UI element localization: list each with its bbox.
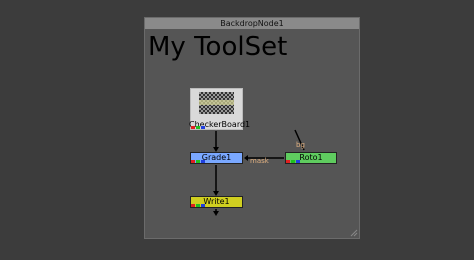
channel-green-indicator xyxy=(291,160,295,163)
channel-blue-indicator xyxy=(201,204,205,207)
roto-node[interactable]: Roto1 xyxy=(285,152,337,164)
edge-label-mask: mask xyxy=(250,157,269,165)
channel-red-indicator xyxy=(286,160,290,163)
write-node[interactable]: Write1 xyxy=(190,196,243,208)
edge-label-bg: bg xyxy=(296,141,305,149)
channel-green-indicator xyxy=(196,204,200,207)
node-graph-edges-overlay xyxy=(213,129,305,216)
checkerboard-node[interactable]: CheckerBoard1 xyxy=(189,88,250,130)
channel-blue-indicator xyxy=(296,160,300,163)
checkerboard-thumbnail xyxy=(199,92,234,114)
channel-red-indicator xyxy=(191,204,195,207)
channel-green-indicator xyxy=(196,160,200,163)
channel-blue-indicator xyxy=(201,126,205,129)
channel-blue-indicator xyxy=(201,160,205,163)
grade-node[interactable]: Grade1 xyxy=(190,152,243,164)
channel-red-indicator xyxy=(191,160,195,163)
channel-red-indicator xyxy=(191,126,195,129)
channel-green-indicator xyxy=(196,126,200,129)
